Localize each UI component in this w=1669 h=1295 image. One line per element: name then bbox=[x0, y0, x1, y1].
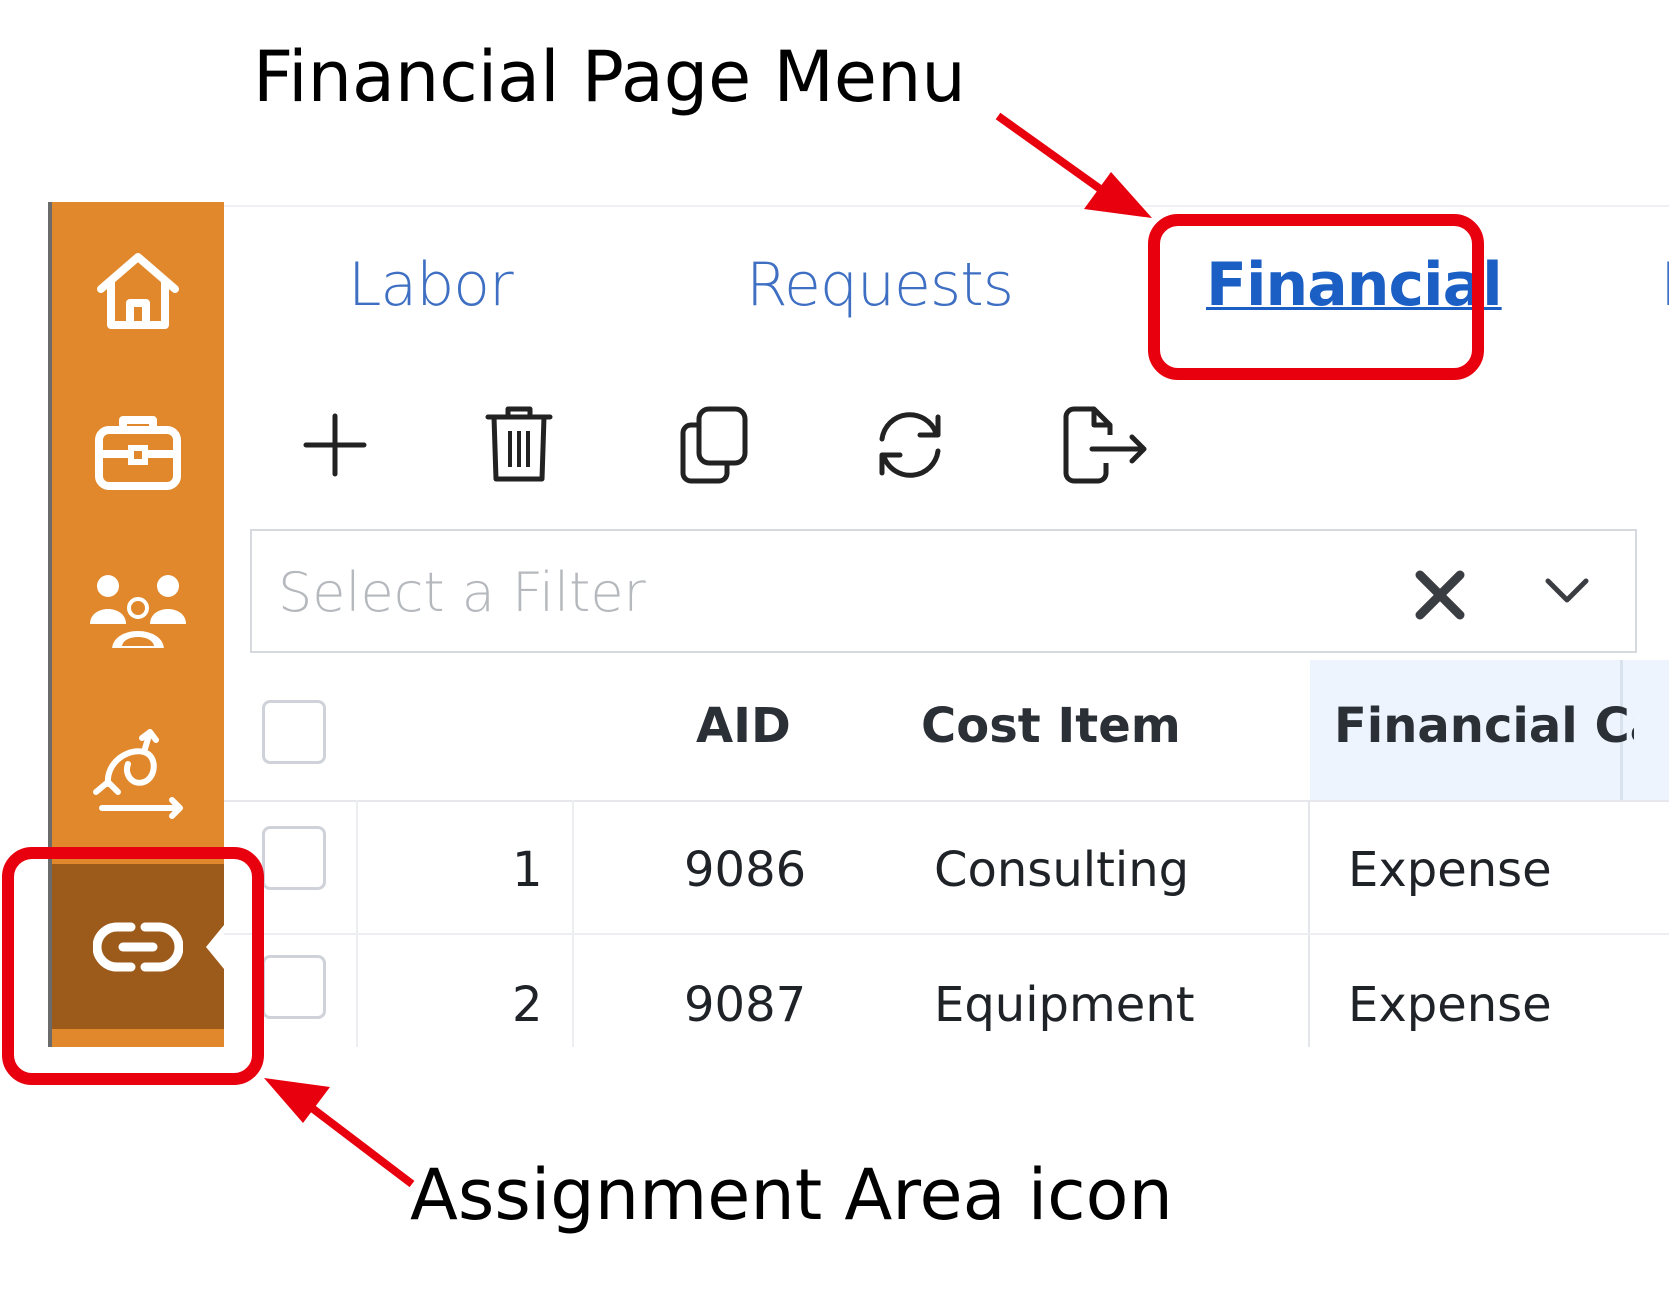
arrow-to-assignment-area bbox=[264, 1078, 415, 1188]
annotation-arrows bbox=[264, 112, 1152, 1188]
arrow-to-financial-tab bbox=[995, 112, 1152, 218]
